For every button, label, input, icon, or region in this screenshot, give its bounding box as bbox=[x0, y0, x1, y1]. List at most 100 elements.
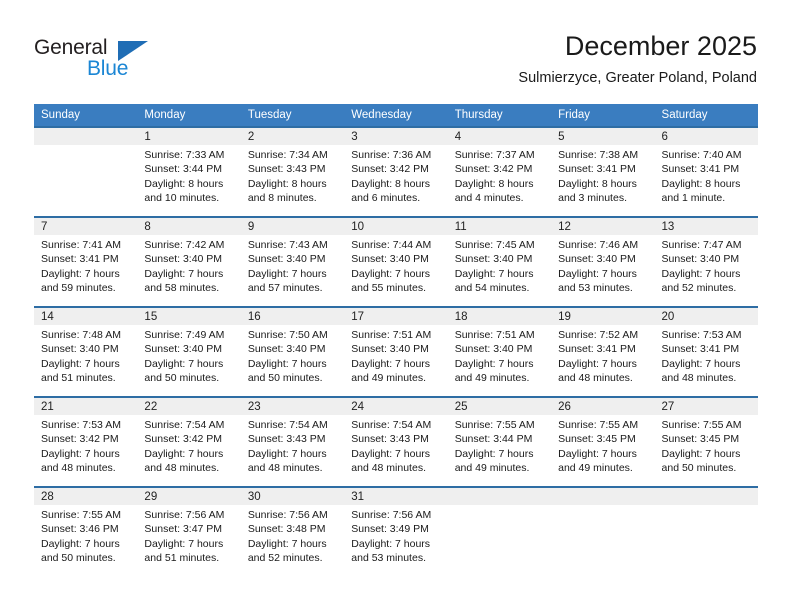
sunrise-line: Sunrise: 7:46 AM bbox=[558, 239, 639, 251]
daylight-line-1: Daylight: 7 hours bbox=[144, 447, 224, 460]
day-sun-info bbox=[34, 145, 137, 148]
day-number: 16 bbox=[240, 308, 345, 325]
calendar-day-cell[interactable]: 5 Sunrise: 7:38 AM Sunset: 3:41 PM Daylight… bbox=[551, 126, 655, 217]
calendar-day-cell[interactable]: 26 Sunrise: 7:55 AM Sunset: 3:45 PM Dayligh… bbox=[551, 396, 655, 487]
sunset-line: Sunset: 3:46 PM bbox=[41, 523, 119, 536]
calendar-day-cell[interactable]: 6 Sunrise: 7:40 AM Sunset: 3:41 PM Daylight… bbox=[654, 126, 758, 217]
calendar-day-cell[interactable]: 14 Sunrise: 7:48 AM Sunset: 3:40 PM Dayligh… bbox=[34, 306, 138, 397]
sunset-line: Sunset: 3:41 PM bbox=[41, 253, 119, 266]
calendar-day-cell[interactable]: 27 Sunrise: 7:55 AM Sunset: 3:45 PM Dayligh… bbox=[654, 396, 758, 487]
day-sun-info: Sunrise: 7:56 AM Sunset: 3:47 PM Daylight:… bbox=[137, 505, 240, 566]
calendar-day-cell[interactable]: 7 Sunrise: 7:41 AM Sunset: 3:41 PM Daylight… bbox=[34, 216, 138, 307]
daylight-line-2: and 3 minutes. bbox=[558, 192, 627, 205]
title-block: December 2025 Sulmierzyce, Greater Polan… bbox=[518, 30, 757, 87]
sunrise-line: Sunrise: 7:54 AM bbox=[351, 419, 432, 431]
sunrise-line: Sunrise: 7:54 AM bbox=[247, 419, 328, 431]
day-cell-inner bbox=[551, 488, 655, 576]
daylight-line-2: and 48 minutes. bbox=[558, 372, 633, 385]
day-cell-inner: 18 Sunrise: 7:51 AM Sunset: 3:40 PM Dayligh… bbox=[447, 308, 552, 396]
calendar-day-cell[interactable]: 20 Sunrise: 7:53 AM Sunset: 3:41 PM Dayligh… bbox=[654, 306, 758, 397]
day-cell-inner: 26 Sunrise: 7:55 AM Sunset: 3:45 PM Dayligh… bbox=[551, 398, 655, 486]
day-sun-info: Sunrise: 7:40 AM Sunset: 3:41 PM Daylight:… bbox=[655, 145, 758, 206]
sunset-line: Sunset: 3:42 PM bbox=[351, 163, 429, 176]
day-sun-info: Sunrise: 7:54 AM Sunset: 3:43 PM Daylight:… bbox=[344, 415, 447, 476]
general-blue-logo[interactable]: General Blue bbox=[34, 36, 164, 88]
day-cell-inner: 6 Sunrise: 7:40 AM Sunset: 3:41 PM Daylight… bbox=[654, 128, 758, 216]
calendar-day-cell[interactable]: 10 Sunrise: 7:44 AM Sunset: 3:40 PM Dayligh… bbox=[344, 216, 448, 307]
daylight-line-2: and 8 minutes. bbox=[247, 192, 317, 205]
daylight-line-1: Daylight: 7 hours bbox=[41, 447, 120, 460]
calendar-day-cell[interactable]: 1 Sunrise: 7:33 AM Sunset: 3:44 PM Daylight… bbox=[137, 126, 241, 217]
day-cell-inner: 9 Sunrise: 7:43 AM Sunset: 3:40 PM Daylight… bbox=[240, 218, 345, 306]
calendar-day-cell[interactable]: 24 Sunrise: 7:54 AM Sunset: 3:43 PM Dayligh… bbox=[344, 396, 448, 487]
day-cell-inner: 13 Sunrise: 7:47 AM Sunset: 3:40 PM Dayligh… bbox=[654, 218, 758, 306]
calendar-day-cell[interactable]: 2 Sunrise: 7:34 AM Sunset: 3:43 PM Daylight… bbox=[240, 126, 345, 217]
calendar-day-cell[interactable]: 22 Sunrise: 7:54 AM Sunset: 3:42 PM Dayligh… bbox=[137, 396, 241, 487]
day-number: 6 bbox=[654, 128, 758, 145]
calendar-day-cell[interactable]: 17 Sunrise: 7:51 AM Sunset: 3:40 PM Dayligh… bbox=[344, 306, 448, 397]
day-number: 22 bbox=[137, 398, 241, 415]
calendar-day-cell[interactable]: 12 Sunrise: 7:46 AM Sunset: 3:40 PM Dayligh… bbox=[551, 216, 655, 307]
day-sun-info: Sunrise: 7:51 AM Sunset: 3:40 PM Daylight:… bbox=[448, 325, 551, 386]
day-number: 30 bbox=[240, 488, 345, 505]
calendar-day-cell[interactable]: 28 Sunrise: 7:55 AM Sunset: 3:46 PM Dayligh… bbox=[34, 486, 138, 576]
day-sun-info: Sunrise: 7:41 AM Sunset: 3:41 PM Daylight:… bbox=[34, 235, 137, 296]
calendar-day-cell[interactable]: 8 Sunrise: 7:42 AM Sunset: 3:40 PM Daylight… bbox=[137, 216, 241, 307]
day-cell-inner: 11 Sunrise: 7:45 AM Sunset: 3:40 PM Dayligh… bbox=[447, 218, 552, 306]
day-sun-info: Sunrise: 7:46 AM Sunset: 3:40 PM Daylight:… bbox=[551, 235, 654, 296]
day-cell-inner: 7 Sunrise: 7:41 AM Sunset: 3:41 PM Daylight… bbox=[34, 218, 138, 306]
daylight-line-1: Daylight: 7 hours bbox=[41, 537, 120, 550]
calendar-day-cell[interactable]: 15 Sunrise: 7:49 AM Sunset: 3:40 PM Dayligh… bbox=[137, 306, 241, 397]
calendar-day-cell[interactable]: 30 Sunrise: 7:56 AM Sunset: 3:48 PM Dayligh… bbox=[240, 486, 345, 576]
daylight-line-2: and 48 minutes. bbox=[661, 372, 737, 385]
daylight-line-2: and 49 minutes. bbox=[454, 372, 530, 385]
daylight-line-2: and 54 minutes. bbox=[454, 282, 530, 295]
day-sun-info: Sunrise: 7:53 AM Sunset: 3:41 PM Daylight:… bbox=[655, 325, 758, 386]
calendar-day-cell[interactable]: 29 Sunrise: 7:56 AM Sunset: 3:47 PM Dayligh… bbox=[137, 486, 241, 576]
calendar-day-cell[interactable]: 18 Sunrise: 7:51 AM Sunset: 3:40 PM Dayligh… bbox=[447, 306, 552, 397]
calendar-day-cell[interactable]: 4 Sunrise: 7:37 AM Sunset: 3:42 PM Daylight… bbox=[447, 126, 552, 217]
calendar-day-cell[interactable]: 9 Sunrise: 7:43 AM Sunset: 3:40 PM Daylight… bbox=[240, 216, 345, 307]
day-sun-info bbox=[551, 505, 654, 508]
daylight-line-1: Daylight: 8 hours bbox=[661, 177, 741, 190]
day-cell-inner: 2 Sunrise: 7:34 AM Sunset: 3:43 PM Daylight… bbox=[240, 128, 345, 216]
weekday-header-friday: Friday bbox=[551, 104, 655, 127]
calendar-body: 1 Sunrise: 7:33 AM Sunset: 3:44 PM Daylight… bbox=[34, 126, 758, 576]
day-sun-info: Sunrise: 7:55 AM Sunset: 3:45 PM Daylight:… bbox=[551, 415, 654, 476]
daylight-line-1: Daylight: 7 hours bbox=[661, 447, 741, 460]
day-number: 12 bbox=[551, 218, 655, 235]
calendar-day-cell[interactable]: 13 Sunrise: 7:47 AM Sunset: 3:40 PM Dayligh… bbox=[654, 216, 758, 307]
day-cell-inner: 21 Sunrise: 7:53 AM Sunset: 3:42 PM Dayligh… bbox=[34, 398, 138, 486]
calendar-day-cell[interactable]: 21 Sunrise: 7:53 AM Sunset: 3:42 PM Dayligh… bbox=[34, 396, 138, 487]
day-sun-info: Sunrise: 7:56 AM Sunset: 3:48 PM Daylight:… bbox=[241, 505, 344, 566]
day-cell-inner bbox=[34, 128, 138, 216]
calendar-day-cell[interactable]: 25 Sunrise: 7:55 AM Sunset: 3:44 PM Dayligh… bbox=[447, 396, 552, 487]
sunrise-line: Sunrise: 7:56 AM bbox=[144, 509, 225, 521]
calendar-day-cell[interactable]: 16 Sunrise: 7:50 AM Sunset: 3:40 PM Dayligh… bbox=[240, 306, 345, 397]
calendar-day-cell[interactable]: 3 Sunrise: 7:36 AM Sunset: 3:42 PM Daylight… bbox=[344, 126, 448, 217]
day-number: 23 bbox=[240, 398, 345, 415]
sunset-line: Sunset: 3:42 PM bbox=[41, 433, 119, 446]
day-sun-info: Sunrise: 7:38 AM Sunset: 3:41 PM Daylight:… bbox=[551, 145, 654, 206]
daylight-line-1: Daylight: 7 hours bbox=[351, 537, 431, 550]
day-cell-inner: 12 Sunrise: 7:46 AM Sunset: 3:40 PM Dayligh… bbox=[551, 218, 655, 306]
day-cell-inner: 31 Sunrise: 7:56 AM Sunset: 3:49 PM Dayligh… bbox=[344, 488, 448, 576]
sunset-line: Sunset: 3:40 PM bbox=[247, 253, 326, 266]
day-cell-inner: 22 Sunrise: 7:54 AM Sunset: 3:42 PM Dayligh… bbox=[137, 398, 241, 486]
daylight-line-2: and 6 minutes. bbox=[351, 192, 421, 205]
calendar-day-cell[interactable]: 31 Sunrise: 7:56 AM Sunset: 3:49 PM Dayligh… bbox=[344, 486, 448, 576]
calendar-week-row: 21 Sunrise: 7:53 AM Sunset: 3:42 PM Dayligh… bbox=[34, 396, 758, 487]
sunrise-line: Sunrise: 7:53 AM bbox=[41, 419, 121, 431]
day-number: 17 bbox=[344, 308, 448, 325]
location-subtitle: Sulmierzyce, Greater Poland, Poland bbox=[518, 70, 757, 86]
day-sun-info: Sunrise: 7:48 AM Sunset: 3:40 PM Daylight:… bbox=[34, 325, 137, 386]
weekday-header-thursday: Thursday bbox=[447, 104, 552, 127]
calendar-day-cell[interactable]: 23 Sunrise: 7:54 AM Sunset: 3:43 PM Dayligh… bbox=[240, 396, 345, 487]
day-cell-inner: 10 Sunrise: 7:44 AM Sunset: 3:40 PM Dayligh… bbox=[344, 218, 448, 306]
calendar-day-cell bbox=[34, 126, 138, 217]
day-sun-info: Sunrise: 7:51 AM Sunset: 3:40 PM Daylight:… bbox=[344, 325, 447, 386]
daylight-line-2: and 50 minutes. bbox=[247, 372, 323, 385]
calendar-day-cell[interactable]: 19 Sunrise: 7:52 AM Sunset: 3:41 PM Dayligh… bbox=[551, 306, 655, 397]
day-number: 25 bbox=[447, 398, 552, 415]
calendar-day-cell[interactable]: 11 Sunrise: 7:45 AM Sunset: 3:40 PM Dayligh… bbox=[447, 216, 552, 307]
